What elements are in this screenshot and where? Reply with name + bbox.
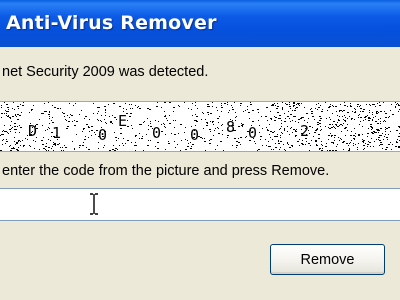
captcha-noise-dot xyxy=(328,151,329,152)
captcha-noise-dot xyxy=(374,151,375,152)
captcha-noise-dot xyxy=(202,151,203,152)
captcha-characters: D10E00802 xyxy=(0,102,400,151)
captcha-character: 0 xyxy=(190,126,200,144)
captcha-noise-dot xyxy=(1,151,2,152)
captcha-character: 0 xyxy=(248,124,258,142)
captcha-noise-dot xyxy=(61,151,62,152)
captcha-noise-dot xyxy=(160,151,161,152)
remove-button-label: Remove xyxy=(300,251,355,268)
captcha-noise-dot xyxy=(189,151,190,152)
captcha-noise-dot xyxy=(366,151,368,152)
detection-message: net Security 2009 was detected. xyxy=(2,64,209,80)
captcha-character: 8 xyxy=(226,118,236,136)
captcha-character: 0 xyxy=(98,126,108,144)
captcha-noise-dot xyxy=(109,151,110,152)
ibeam-cursor-icon xyxy=(90,193,98,215)
captcha-noise-dot xyxy=(182,151,183,152)
captcha-noise-dot xyxy=(244,151,245,152)
captcha-noise-dot xyxy=(312,151,313,152)
captcha-noise-dot xyxy=(44,151,45,152)
window-title: Anti-Virus Remover xyxy=(6,12,217,34)
title-bar[interactable]: Anti-Virus Remover xyxy=(0,0,400,47)
remove-button[interactable]: Remove xyxy=(270,244,385,275)
captcha-noise-dot xyxy=(331,151,332,152)
instruction-text: enter the code from the picture and pres… xyxy=(2,163,330,179)
captcha-noise-dot xyxy=(344,151,346,152)
captcha-noise-dot xyxy=(215,151,216,152)
captcha-character: 0 xyxy=(152,124,162,142)
captcha-noise-dot xyxy=(113,151,114,152)
captcha-character: 2 xyxy=(300,122,310,140)
captcha-noise-dot xyxy=(325,151,327,152)
captcha-noise-dot xyxy=(232,151,233,152)
captcha-noise-dot xyxy=(39,151,40,152)
captcha-image: D10E00802 xyxy=(0,101,400,152)
captcha-character: D xyxy=(28,122,38,140)
captcha-noise-dot xyxy=(379,151,381,152)
captcha-character: E xyxy=(118,112,128,130)
captcha-noise-dot xyxy=(298,151,299,152)
captcha-character: 1 xyxy=(52,124,62,142)
code-input[interactable] xyxy=(0,188,400,221)
captcha-noise-dot xyxy=(36,151,37,152)
captcha-noise-dot xyxy=(64,151,65,152)
captcha-noise-dot xyxy=(115,151,116,152)
captcha-noise-dot xyxy=(174,151,176,152)
